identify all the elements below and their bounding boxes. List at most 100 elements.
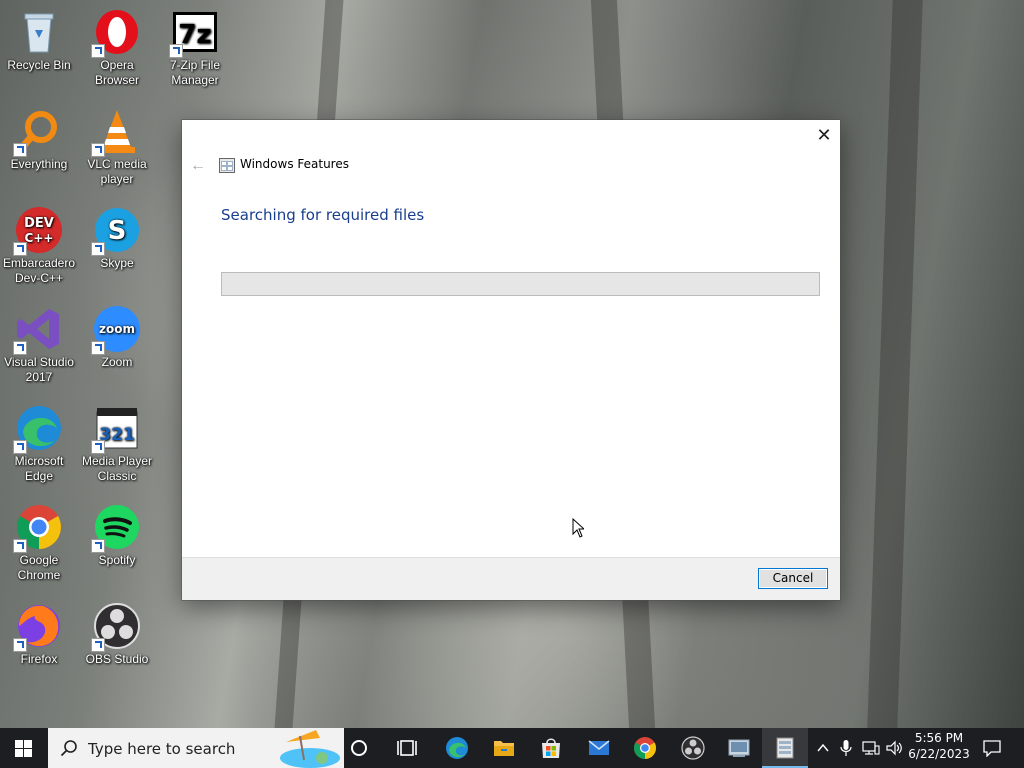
desktop-icon-label: Microsoft Edge [14,454,64,483]
microsoft-store-icon [542,738,560,758]
desktop-icon-visual-studio[interactable]: Visual Studio 2017 [0,297,78,389]
desktop-icon-chrome[interactable]: Google Chrome [0,495,78,587]
shortcut-arrow-icon [13,440,27,454]
svg-text:zoom: zoom [99,322,135,336]
shortcut-arrow-icon [13,539,27,553]
control-panel-icon [728,739,750,757]
mail-icon [588,740,610,755]
svg-text:C++: C++ [25,231,54,245]
cortana-button[interactable] [336,728,382,768]
clock-time: 5:56 PM [914,731,964,745]
desktop-icon-obs[interactable]: OBS Studio [78,594,156,686]
taskbar: Type here to search 5:56 PM 6/22/2023 [0,728,1024,768]
back-arrow-icon: ← [190,157,206,174]
desktop-icon-label: Recycle Bin [7,58,71,72]
desktop-icon-zoom[interactable]: zoom Zoom [78,297,156,389]
spotify-icon [91,503,141,553]
cortana-icon [351,740,367,756]
taskbar-microsoft-store[interactable] [528,728,574,768]
desktop-icon-opera[interactable]: Opera Browser [78,0,156,92]
shortcut-arrow-icon [13,638,27,652]
task-view-button[interactable] [384,728,430,768]
desktop-icon-label: Opera Browser [94,58,139,87]
desktop-icon-spotify[interactable]: Spotify [78,495,156,587]
desktop-icon-label: Everything [10,157,68,171]
desktop-icon-mpc[interactable]: 321 Media Player Classic [78,396,156,488]
desktop-icon-label: OBS Studio [85,652,149,666]
7zip-icon: 7z [169,8,219,58]
obs-icon [681,736,705,760]
taskbar-file-explorer[interactable] [481,728,527,768]
desktop-icon-label: Zoom [101,355,133,369]
search-highlight-icon [280,730,340,768]
svg-text:7z: 7z [178,20,211,50]
windows-logo-icon [15,740,32,757]
everything-icon [13,107,63,157]
windows-features-dialog: ✕ ← Windows Features Searching for requi… [182,120,840,600]
microphone-icon[interactable] [840,739,852,757]
volume-icon[interactable] [886,740,904,756]
vlc-icon [91,107,141,157]
shortcut-arrow-icon [91,242,105,256]
close-button[interactable]: ✕ [808,120,840,150]
desktop-icon-7zip[interactable]: 7z 7-Zip File Manager [156,0,234,92]
windows-features-icon [776,737,794,759]
shortcut-arrow-icon [91,539,105,553]
recycle-bin-icon [15,8,63,56]
taskbar-chrome[interactable] [622,728,668,768]
shortcut-arrow-icon [13,341,27,355]
shortcut-arrow-icon [91,143,105,157]
mouse-cursor-icon [572,518,584,538]
desktop-icon-label: Spotify [98,553,136,567]
shortcut-arrow-icon [91,440,105,454]
skype-icon: S [91,206,141,256]
shortcut-arrow-icon [13,242,27,256]
desktop-icon-label: 7-Zip File Manager [169,58,220,87]
shortcut-arrow-icon [91,341,105,355]
notifications-icon[interactable] [982,739,1002,757]
clock-date: 6/22/2023 [908,747,970,761]
chrome-icon [13,503,63,553]
desktop-icon-label: Skype [100,256,134,270]
chevron-up-icon[interactable] [816,741,830,755]
mpc-icon: 321 [91,404,141,454]
opera-icon [91,8,141,58]
cancel-button[interactable]: Cancel [758,568,828,589]
zoom-icon: zoom [91,305,141,355]
desktop-icon-label: Firefox [20,652,58,666]
shortcut-arrow-icon [91,638,105,652]
desktop-icon-skype[interactable]: S Skype [78,198,156,290]
search-icon [60,740,77,757]
taskbar-obs[interactable] [670,728,716,768]
taskbar-clock[interactable]: 5:56 PM 6/22/2023 [906,730,972,766]
shortcut-arrow-icon [169,44,183,58]
desktop-icon-label: VLC media player [87,157,147,186]
network-icon[interactable] [862,740,880,756]
desktop-icon-vlc[interactable]: VLC media player [78,99,156,191]
desktop-icon-label: Google Chrome [17,553,61,582]
windows-features-icon [219,158,235,173]
desktop-icon-label: Visual Studio 2017 [4,355,74,384]
firefox-icon [13,602,63,652]
dialog-title: Windows Features [240,157,349,171]
taskbar-search-box[interactable]: Type here to search [48,728,344,768]
desktop-icon-firefox[interactable]: Firefox [0,594,78,686]
obs-icon [91,602,141,652]
desktop-icon-label: Media Player Classic [81,454,153,483]
devcpp-icon: DEV C++ [13,206,63,256]
task-view-icon [397,740,417,756]
edge-icon [13,404,63,454]
desktop-icon-devcpp[interactable]: DEV C++ Embarcadero Dev-C++ [0,198,78,290]
desktop-icon-edge[interactable]: Microsoft Edge [0,396,78,488]
dialog-footer: Cancel [182,557,840,600]
taskbar-control-panel[interactable] [716,728,762,768]
taskbar-mail[interactable] [576,728,622,768]
progress-bar [221,272,820,296]
desktop-icon-everything[interactable]: Everything [0,99,78,191]
desktop-icon-recycle-bin[interactable]: Recycle Bin [0,0,78,92]
wallpaper-streak [867,0,923,728]
taskbar-edge[interactable] [434,728,480,768]
svg-text:DEV: DEV [24,216,54,231]
taskbar-windows-features[interactable] [762,728,808,768]
start-button[interactable] [0,728,48,768]
